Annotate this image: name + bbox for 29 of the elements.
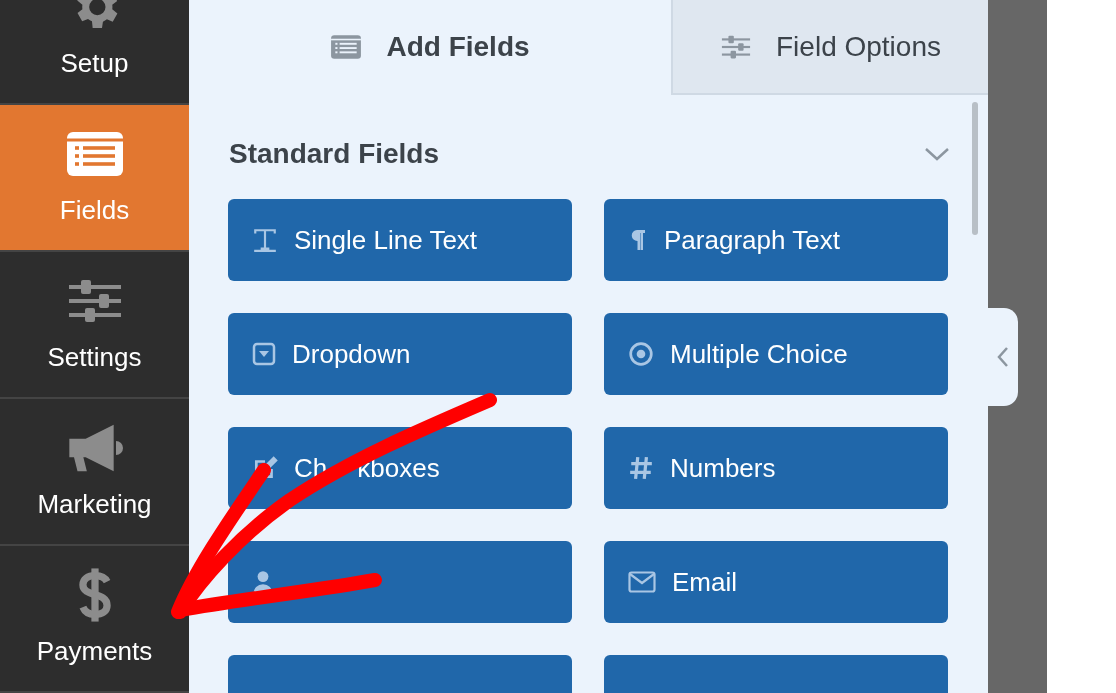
- sliders-icon: [720, 33, 752, 60]
- tab[interactable]: Field Options: [671, 0, 988, 95]
- hash-icon: [628, 455, 654, 481]
- sidebar-label: Settings: [47, 341, 142, 374]
- field-button[interactable]: Numbers: [604, 427, 948, 509]
- field-button[interactable]: [228, 541, 572, 623]
- field-button[interactable]: Multiple Choice: [604, 313, 948, 395]
- label-fragment: kboxes: [357, 451, 440, 485]
- chevron-left-icon: [996, 346, 1010, 368]
- field-button[interactable]: Single Line Text: [228, 199, 572, 281]
- field-button[interactable]: Email: [604, 541, 948, 623]
- scrollbar[interactable]: [972, 102, 978, 235]
- checkbox-icon: [252, 455, 278, 481]
- chevron-icon[interactable]: [924, 146, 950, 162]
- list-form-icon: [330, 33, 363, 60]
- dollar-sign-icon: [77, 566, 112, 624]
- sidebar-label: Payments: [36, 635, 153, 668]
- field-button[interactable]: Dropdown: [228, 313, 572, 395]
- sidebar-label: Setup: [60, 47, 129, 80]
- field-button[interactable]: Paragraph Text: [604, 199, 948, 281]
- sidebar-item[interactable]: Fields: [0, 105, 189, 252]
- text-cursor-icon: [252, 227, 278, 253]
- sidebar-label: Fields: [59, 194, 130, 227]
- collapse-button[interactable]: [988, 308, 1018, 406]
- section-title: Standard Fields: [229, 137, 440, 171]
- sidebar-label: Marketing: [37, 488, 152, 521]
- envelope-icon: [628, 571, 656, 593]
- dropdown-icon: [252, 342, 276, 366]
- radio-button-icon: [628, 341, 654, 367]
